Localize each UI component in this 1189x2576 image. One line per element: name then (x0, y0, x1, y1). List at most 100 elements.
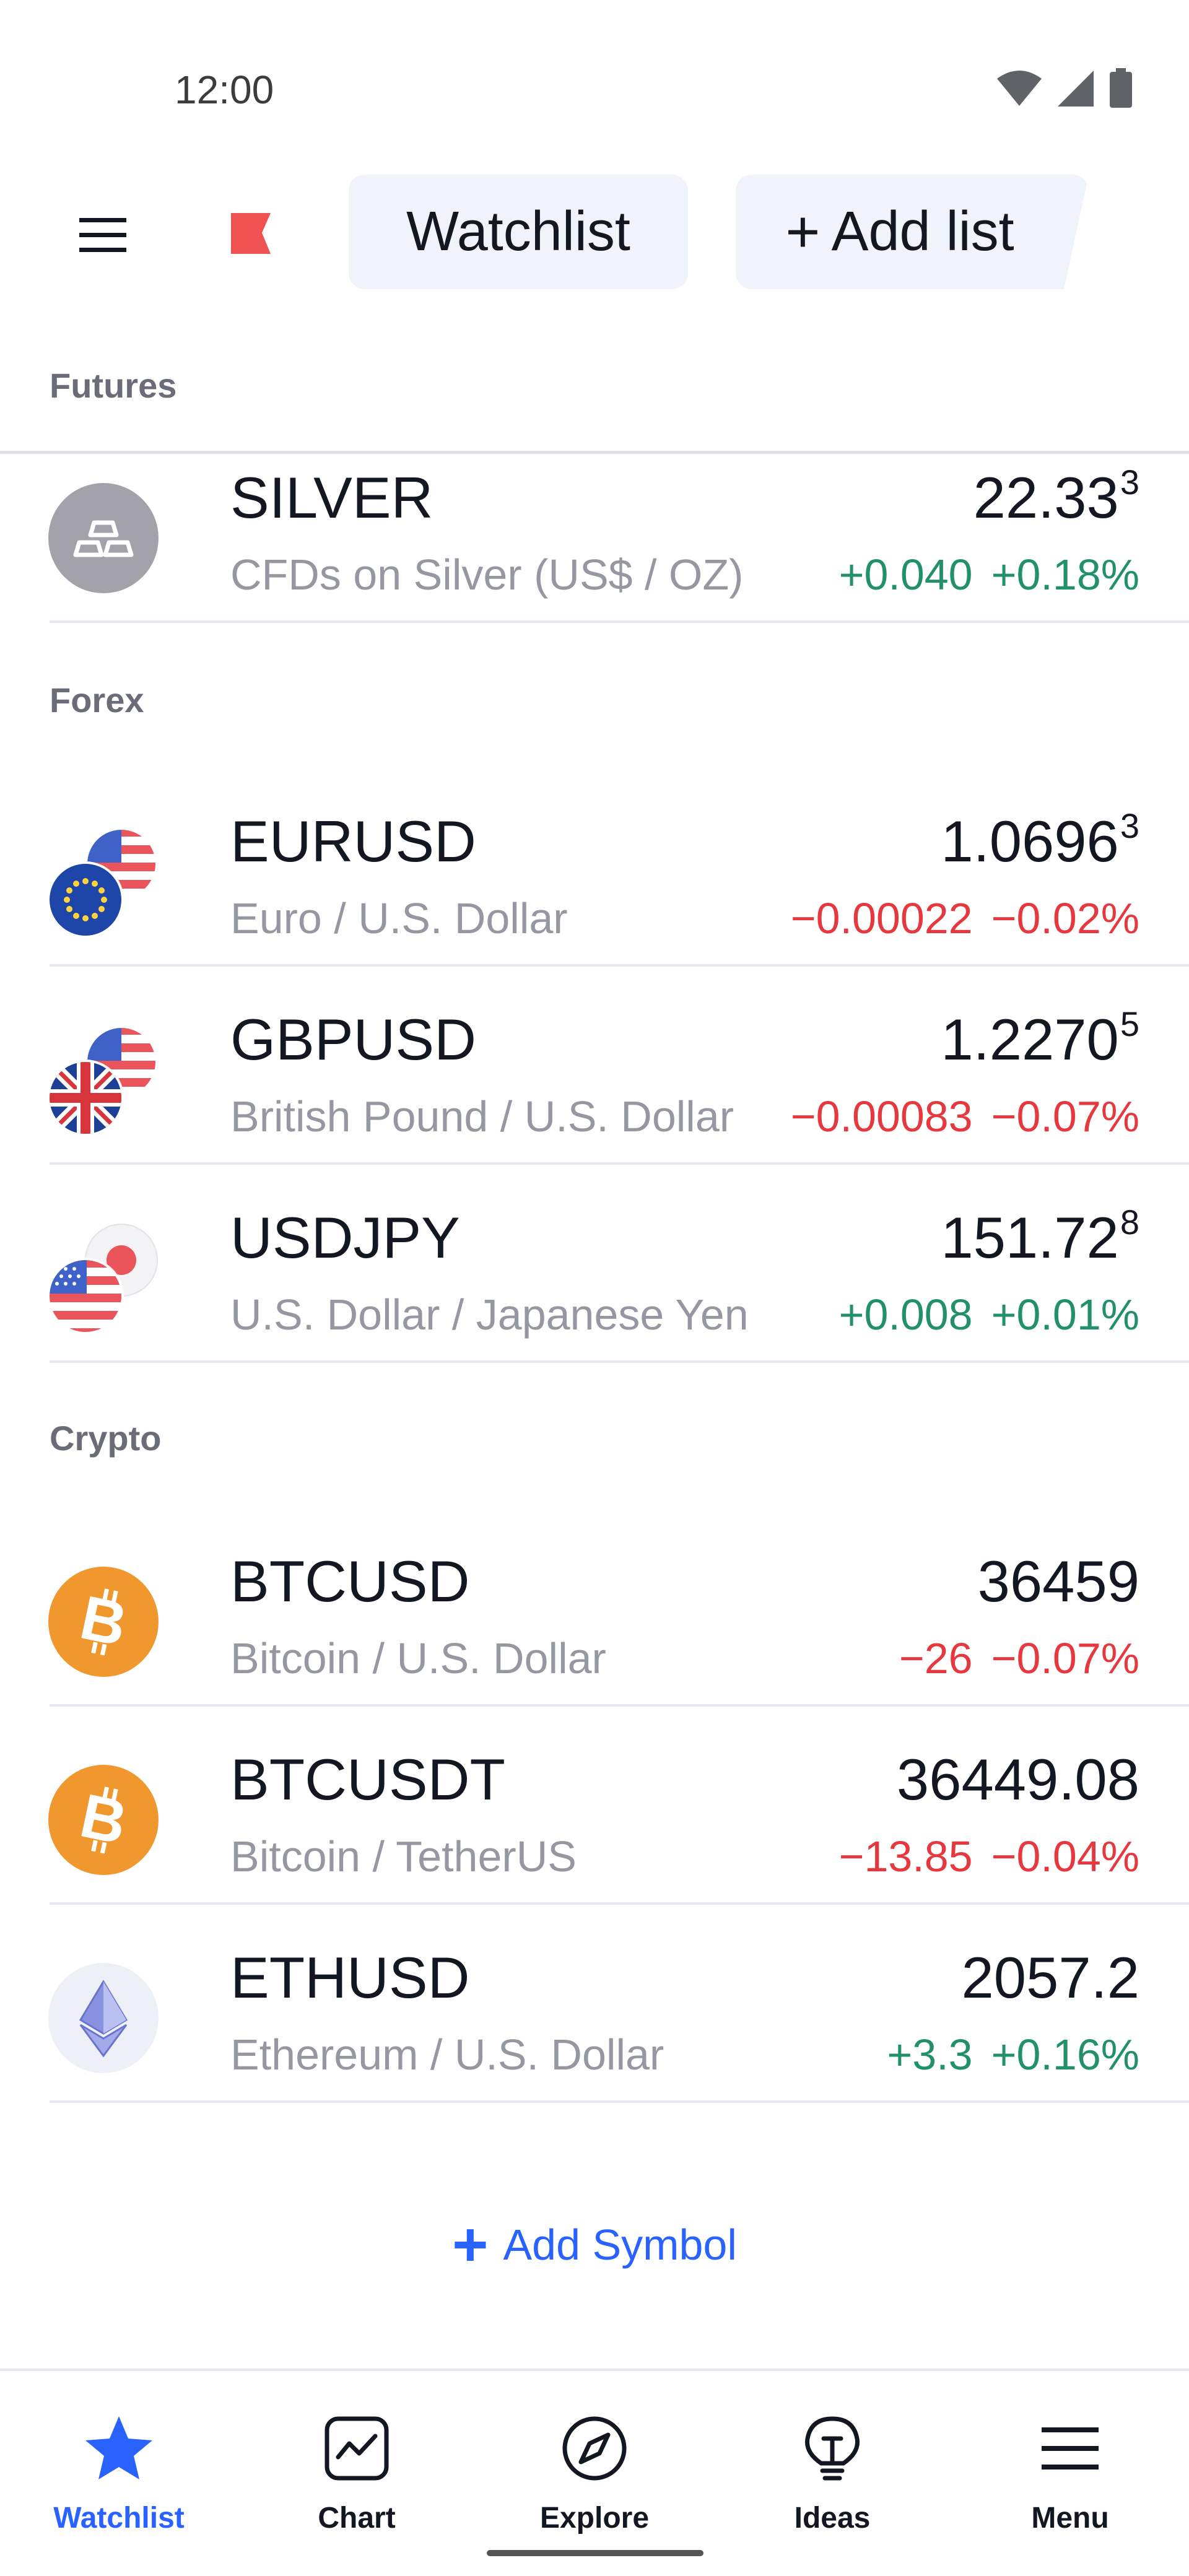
change-percent: +0.01% (991, 1290, 1139, 1339)
sticky-header-divider (0, 451, 1189, 454)
change-percent: −0.07% (991, 1634, 1139, 1682)
watchlist-row-eurusd[interactable]: EURUSD Euro / U.S. Dollar 1.06963 −0.000… (0, 802, 1189, 1000)
add-list-label: Add list (831, 201, 1014, 263)
menu-icon (1030, 2408, 1110, 2489)
symbol-description: U.S. Dollar / Japanese Yen (230, 1290, 749, 1339)
symbol-change: −13.85 −0.04% (839, 1832, 1139, 1881)
nav-explore[interactable]: Explore (476, 2383, 713, 2544)
status-icons (996, 68, 1133, 109)
bitcoin-icon: B (48, 1567, 159, 1677)
row-divider (50, 1902, 1189, 1905)
change-value: +0.040 (838, 550, 973, 599)
symbol-price: 2057.2 (961, 1945, 1139, 2010)
section-title-crypto: Crypto (50, 1419, 162, 1458)
silver-bars-icon (48, 483, 159, 593)
symbol-description: Ethereum / U.S. Dollar (230, 2030, 664, 2079)
watchlist-row-ethusd[interactable]: ETHUSD Ethereum / U.S. Dollar 2057.2 +3.… (0, 1938, 1189, 2136)
symbol-name: GBPUSD (230, 1007, 476, 1072)
symbol-price: 36449.08 (896, 1747, 1139, 1812)
add-symbol-button[interactable]: + Add Symbol (0, 2204, 1189, 2285)
symbol-change: −26 −0.07% (899, 1634, 1139, 1683)
plus-icon: + (452, 2210, 489, 2279)
signal-icon (1058, 71, 1094, 107)
flag-icon[interactable] (226, 206, 276, 261)
tab-watchlist[interactable]: Watchlist (349, 175, 688, 289)
nav-ideas[interactable]: Ideas (713, 2383, 951, 2544)
lightbulb-icon (792, 2408, 873, 2489)
change-percent: +0.16% (991, 2030, 1139, 2079)
change-value: +0.008 (838, 1290, 973, 1339)
symbol-change: +0.008 +0.01% (839, 1290, 1139, 1339)
nav-label: Watchlist (53, 2502, 185, 2535)
change-percent: −0.04% (991, 1832, 1139, 1881)
bitcoin-icon: B (48, 1765, 159, 1875)
watchlist-row-btcusdt[interactable]: B BTCUSDT Bitcoin / TetherUS 36449.08 −1… (0, 1740, 1189, 1938)
status-time: 12:00 (175, 67, 274, 112)
symbol-name: BTCUSDT (230, 1747, 505, 1812)
watchlist-row-silver[interactable]: SILVER CFDs on Silver (US$ / OZ) 22.333 … (0, 458, 1189, 656)
chart-icon (316, 2408, 397, 2489)
battery-icon (1110, 68, 1132, 108)
compass-icon (554, 2408, 635, 2489)
nav-menu[interactable]: Menu (951, 2383, 1189, 2544)
section-title-futures: Futures (50, 366, 177, 405)
row-divider (50, 1704, 1189, 1707)
hamburger-menu-icon[interactable] (73, 204, 135, 266)
symbol-name: SILVER (230, 465, 433, 530)
symbol-description: British Pound / U.S. Dollar (230, 1092, 734, 1141)
symbol-price: 22.333 (973, 463, 1139, 530)
symbol-description: Bitcoin / U.S. Dollar (230, 1634, 606, 1682)
change-percent: +0.18% (991, 550, 1139, 599)
symbol-name: EURUSD (230, 809, 476, 874)
nav-label: Chart (318, 2502, 396, 2535)
plus-icon: + (785, 198, 821, 265)
star-icon (79, 2408, 159, 2489)
change-value: −0.00022 (790, 894, 973, 942)
us-jp-flags-icon (48, 1224, 158, 1333)
wifi-icon (997, 71, 1042, 106)
symbol-price: 36459 (977, 1549, 1139, 1614)
uk-us-flags-icon (48, 1025, 159, 1135)
symbol-price: 151.728 (941, 1203, 1139, 1270)
watchlist-row-btcusd[interactable]: B BTCUSD Bitcoin / U.S. Dollar 36459 −26… (0, 1542, 1189, 1740)
status-bar: 12:00 (0, 0, 1189, 136)
change-percent: −0.02% (991, 894, 1139, 942)
nav-label: Menu (1031, 2502, 1109, 2535)
symbol-description: Euro / U.S. Dollar (230, 894, 568, 942)
watchlist-row-gbpusd[interactable]: GBPUSD British Pound / U.S. Dollar 1.227… (0, 1000, 1189, 1198)
nav-label: Explore (539, 2502, 650, 2535)
row-divider (50, 2100, 1189, 2103)
symbol-change: +0.040 +0.18% (839, 550, 1139, 599)
row-divider (50, 1162, 1189, 1165)
bottom-navigation: Watchlist Chart Explore Ideas Menu (0, 2369, 1189, 2576)
nav-watchlist[interactable]: Watchlist (0, 2383, 238, 2544)
tab-watchlist-label: Watchlist (406, 201, 630, 263)
symbol-price: 1.22705 (941, 1004, 1139, 1072)
add-symbol-label: Add Symbol (503, 2221, 737, 2269)
change-value: −13.85 (838, 1832, 973, 1881)
symbol-name: USDJPY (230, 1205, 460, 1270)
symbol-name: BTCUSD (230, 1549, 470, 1614)
change-value: −26 (899, 1634, 973, 1682)
row-divider (50, 1360, 1189, 1363)
change-value: +3.3 (887, 2030, 973, 2079)
section-title-forex: Forex (50, 681, 144, 720)
row-divider (50, 620, 1189, 623)
symbol-name: ETHUSD (230, 1945, 470, 2010)
change-value: −0.00083 (790, 1092, 973, 1141)
symbol-change: +3.3 +0.16% (887, 2030, 1139, 2079)
symbol-change: −0.00083 −0.07% (791, 1092, 1139, 1141)
change-percent: −0.07% (991, 1092, 1139, 1141)
nav-chart[interactable]: Chart (238, 2383, 476, 2544)
top-bar: Watchlist + Add list (0, 167, 1189, 291)
symbol-description: Bitcoin / TetherUS (230, 1832, 577, 1881)
eu-us-flags-icon (48, 827, 159, 937)
home-indicator[interactable] (487, 2550, 703, 2556)
symbol-change: −0.00022 −0.02% (791, 894, 1139, 943)
symbol-price: 1.06963 (941, 806, 1139, 874)
nav-label: Ideas (794, 2502, 871, 2535)
symbol-description: CFDs on Silver (US$ / OZ) (230, 550, 744, 599)
watchlist-row-usdjpy[interactable]: USDJPY U.S. Dollar / Japanese Yen 151.72… (0, 1198, 1189, 1396)
row-divider (50, 964, 1189, 967)
add-list-button[interactable]: + Add list (736, 175, 1089, 289)
